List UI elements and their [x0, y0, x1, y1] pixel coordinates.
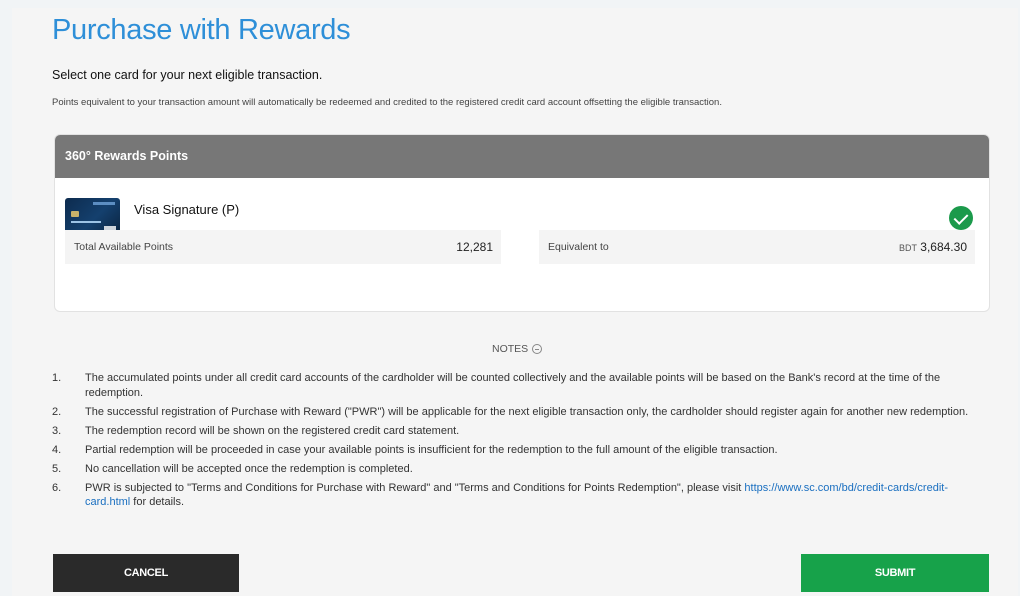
cancel-button[interactable]: CANCEL	[53, 554, 239, 592]
page-title: Purchase with Rewards	[52, 14, 351, 46]
minus-circle-icon[interactable]	[532, 344, 543, 354]
note-item: 6. PWR is subjected to "Terms and Conditi…	[52, 481, 948, 509]
equivalent-amount: 3,684.30	[920, 240, 967, 254]
notes-heading: NOTES	[492, 343, 529, 355]
equivalent-label: Equivalent to	[548, 241, 609, 253]
currency-code: BDT	[898, 243, 917, 253]
rewards-panel: 360° Rewards Points Visa Signature (P) T…	[54, 134, 990, 312]
note-item: 3. The redemption record will be shown on…	[52, 424, 460, 437]
card-name: Visa Signature (P)	[134, 202, 240, 217]
equivalent-box: Equivalent to BDT 3,684.30	[539, 230, 975, 264]
note-item: 1. The accumulated points under all credi…	[52, 372, 941, 399]
note-item: 4. Partial redemption will be proceeded i…	[52, 443, 778, 456]
total-points-label: Total Available Points	[74, 241, 174, 253]
rewards-panel-header: 360° Rewards Points	[55, 135, 989, 178]
equivalent-value: BDT 3,684.30	[899, 240, 967, 254]
total-points-box: Total Available Points 12,281	[65, 230, 501, 264]
submit-button[interactable]: SUBMIT	[801, 554, 989, 592]
note-item: 5. No cancellation will be accepted once …	[52, 462, 413, 475]
notes-list: 1. The accumulated points under all credi…	[52, 371, 992, 514]
credit-card-image	[65, 198, 120, 234]
check-circle-icon[interactable]	[949, 206, 973, 230]
page-description: Points equivalent to your transaction am…	[52, 97, 722, 108]
page-subtitle: Select one card for your next eligible t…	[52, 68, 323, 82]
note-item: 2. The successful registration of Purchas…	[52, 405, 969, 418]
total-points-value: 12,281	[456, 240, 493, 254]
notes-toggle[interactable]: NOTES	[492, 343, 543, 355]
purchase-with-rewards-page: Purchase with Rewards Select one card fo…	[12, 8, 1018, 596]
